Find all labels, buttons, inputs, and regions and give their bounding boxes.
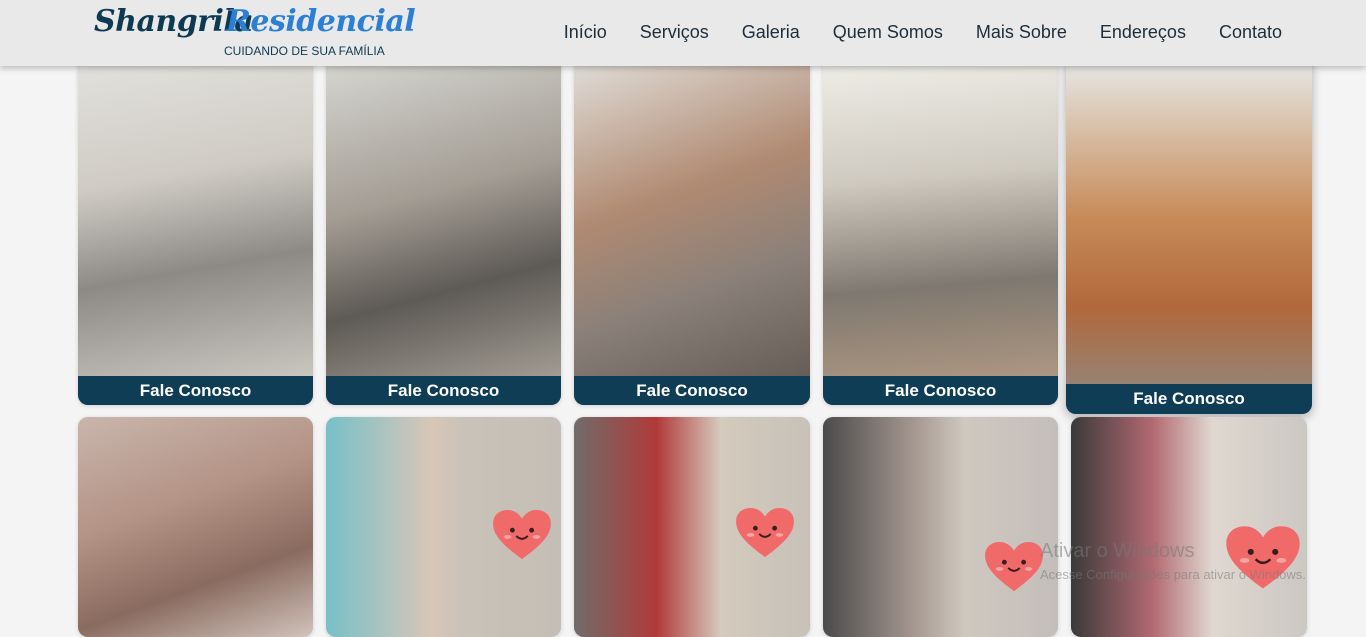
gallery-card[interactable]: Fale Conosco <box>78 56 313 405</box>
fale-conosco-button[interactable]: Fale Conosco <box>1066 384 1312 414</box>
gallery-card[interactable] <box>1071 417 1307 637</box>
nav-enderecos[interactable]: Endereços <box>1100 22 1186 43</box>
nav-inicio[interactable]: Início <box>564 22 607 43</box>
gallery-card[interactable] <box>78 417 313 637</box>
gallery-card[interactable] <box>326 417 561 637</box>
gallery-photo <box>1066 56 1312 414</box>
heart-icon <box>736 507 794 558</box>
main-nav: Início Serviços Galeria Quem Somos Mais … <box>564 22 1282 43</box>
fale-conosco-button[interactable]: Fale Conosco <box>823 376 1058 405</box>
site-logo[interactable]: Shangrila Residencial CUIDANDO DE SUA FA… <box>94 4 416 60</box>
gallery-card-hovered[interactable]: Fale Conosco <box>1066 56 1312 414</box>
site-header: Shangrila Residencial CUIDANDO DE SUA FA… <box>0 0 1366 66</box>
gallery-photo <box>78 417 313 637</box>
fale-conosco-button[interactable]: Fale Conosco <box>574 376 810 405</box>
fale-conosco-button[interactable]: Fale Conosco <box>78 376 313 405</box>
heart-icon <box>493 509 551 560</box>
nav-galeria[interactable]: Galeria <box>742 22 800 43</box>
logo-tagline: CUIDANDO DE SUA FAMÍLIA <box>224 44 385 58</box>
gallery-card[interactable]: Fale Conosco <box>574 56 810 405</box>
gallery-photo <box>823 417 1058 637</box>
gallery-photo <box>326 56 561 405</box>
fale-conosco-button[interactable]: Fale Conosco <box>326 376 561 405</box>
heart-icon <box>1226 526 1300 589</box>
nav-mais-sobre[interactable]: Mais Sobre <box>976 22 1067 43</box>
heart-icon <box>985 541 1043 592</box>
gallery-card[interactable] <box>574 417 810 637</box>
logo-word-residencial: Residencial <box>226 4 416 39</box>
gallery-photo <box>823 56 1058 405</box>
gallery-card[interactable] <box>823 417 1058 637</box>
gallery-photo <box>574 56 810 405</box>
nav-quem-somos[interactable]: Quem Somos <box>833 22 943 43</box>
nav-servicos[interactable]: Serviços <box>640 22 709 43</box>
gallery-photo <box>78 56 313 405</box>
gallery-card[interactable]: Fale Conosco <box>326 56 561 405</box>
nav-contato[interactable]: Contato <box>1219 22 1282 43</box>
gallery-card[interactable]: Fale Conosco <box>823 56 1058 405</box>
